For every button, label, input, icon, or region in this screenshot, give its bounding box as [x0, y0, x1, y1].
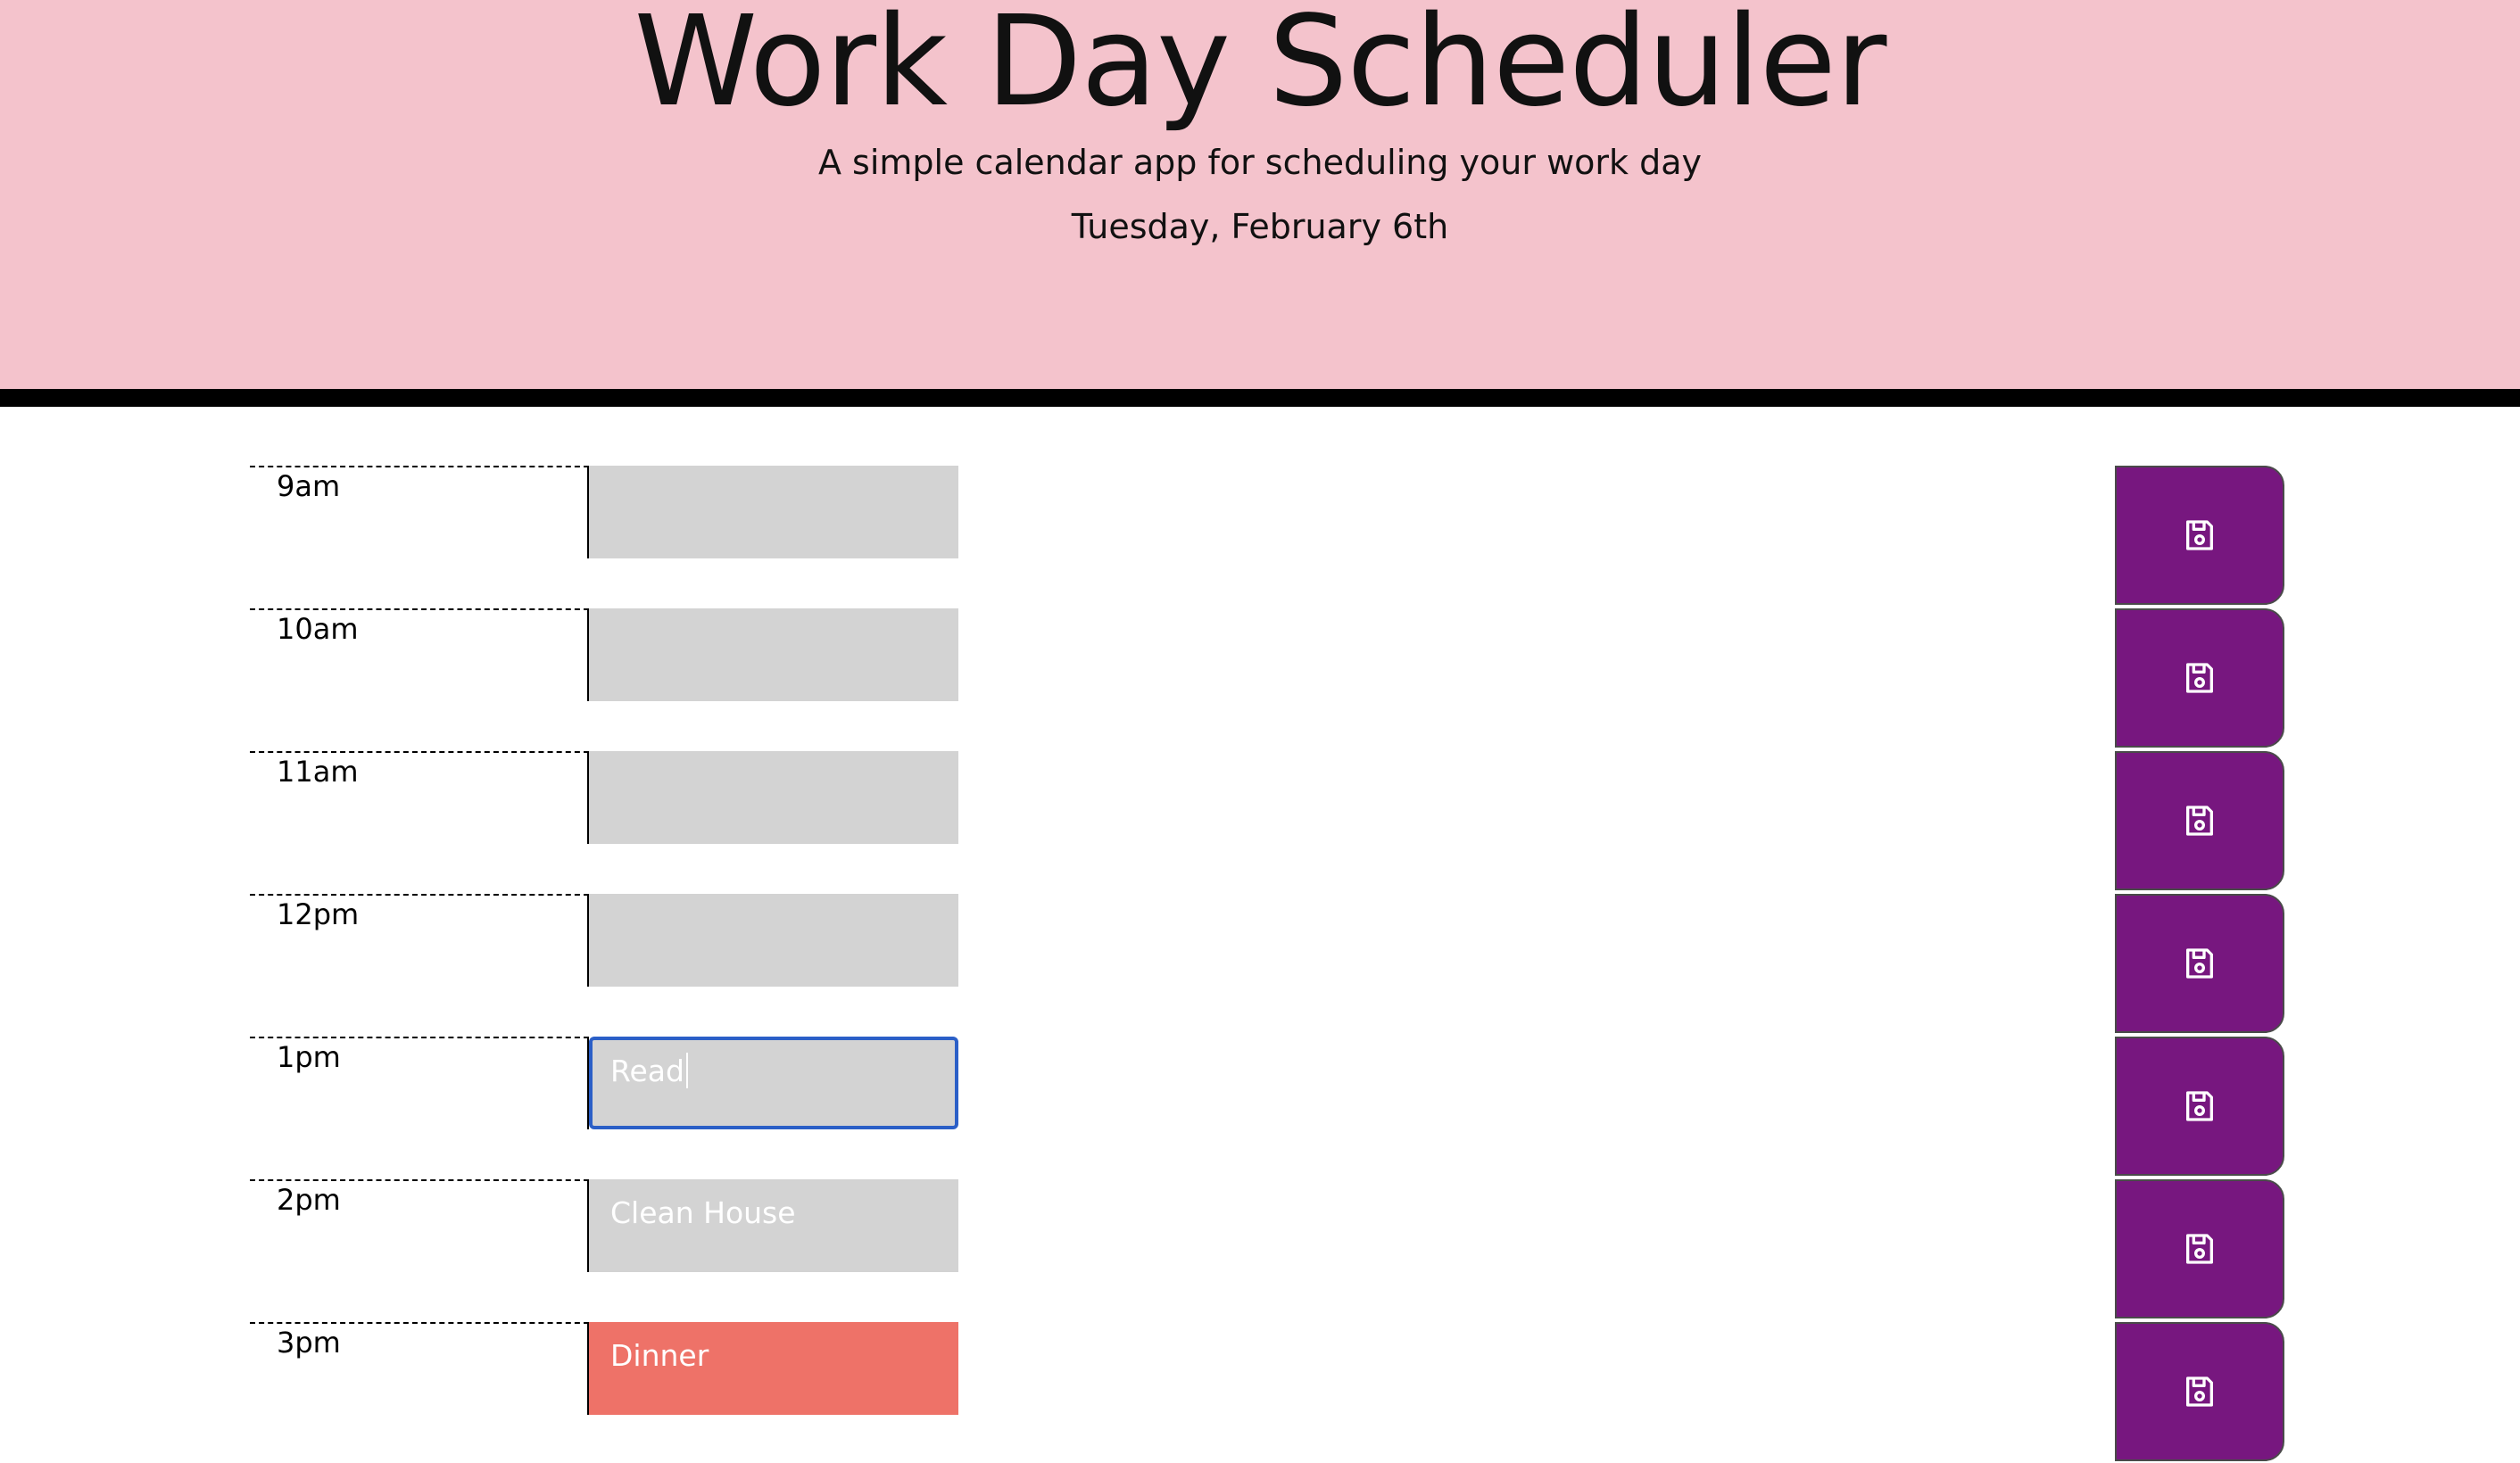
description-field[interactable]: [589, 466, 958, 558]
time-block-12pm: 12pm: [250, 894, 2284, 1035]
save-button[interactable]: [2115, 894, 2284, 1033]
hour-label: 9am: [250, 466, 589, 558]
hour-label: 2pm: [250, 1179, 589, 1272]
description-field[interactable]: [589, 894, 958, 987]
floppy-disk-icon: [2186, 948, 2213, 979]
floppy-disk-icon: [2186, 663, 2213, 693]
save-button[interactable]: [2115, 608, 2284, 748]
save-button[interactable]: [2115, 1179, 2284, 1318]
save-button[interactable]: [2115, 1322, 2284, 1461]
description-field[interactable]: Clean House: [589, 1179, 958, 1272]
save-button[interactable]: [2115, 751, 2284, 890]
time-block-11am: 11am: [250, 751, 2284, 892]
floppy-disk-icon: [2186, 1234, 2213, 1264]
floppy-disk-icon: [2186, 1376, 2213, 1407]
page-subtitle: A simple calendar app for scheduling you…: [817, 143, 1703, 182]
description-field[interactable]: Read: [589, 1037, 958, 1129]
time-block-9am: 9am: [250, 466, 2284, 607]
hour-label: 10am: [250, 608, 589, 701]
hour-label: 11am: [250, 751, 589, 844]
description-text: Read: [610, 1054, 684, 1088]
floppy-disk-icon: [2186, 520, 2213, 550]
text-cursor: [685, 1053, 688, 1088]
current-day: Tuesday, February 6th: [1071, 207, 1449, 246]
floppy-disk-icon: [2186, 1091, 2213, 1121]
time-block-1pm: 1pm Read: [250, 1037, 2284, 1178]
description-field[interactable]: Dinner: [589, 1322, 958, 1415]
description-field[interactable]: [589, 608, 958, 701]
save-button[interactable]: [2115, 466, 2284, 605]
hour-label: 12pm: [250, 894, 589, 987]
time-block-3pm: 3pm Dinner: [250, 1322, 2284, 1463]
floppy-disk-icon: [2186, 806, 2213, 836]
hour-label: 3pm: [250, 1322, 589, 1415]
page-title: Work Day Scheduler: [634, 0, 1887, 135]
time-block-10am: 10am: [250, 608, 2284, 749]
save-button[interactable]: [2115, 1037, 2284, 1176]
page-header: Work Day Scheduler A simple calendar app…: [0, 0, 2520, 407]
description-field[interactable]: [589, 751, 958, 844]
time-block-2pm: 2pm Clean House: [250, 1179, 2284, 1320]
hour-label: 1pm: [250, 1037, 589, 1129]
